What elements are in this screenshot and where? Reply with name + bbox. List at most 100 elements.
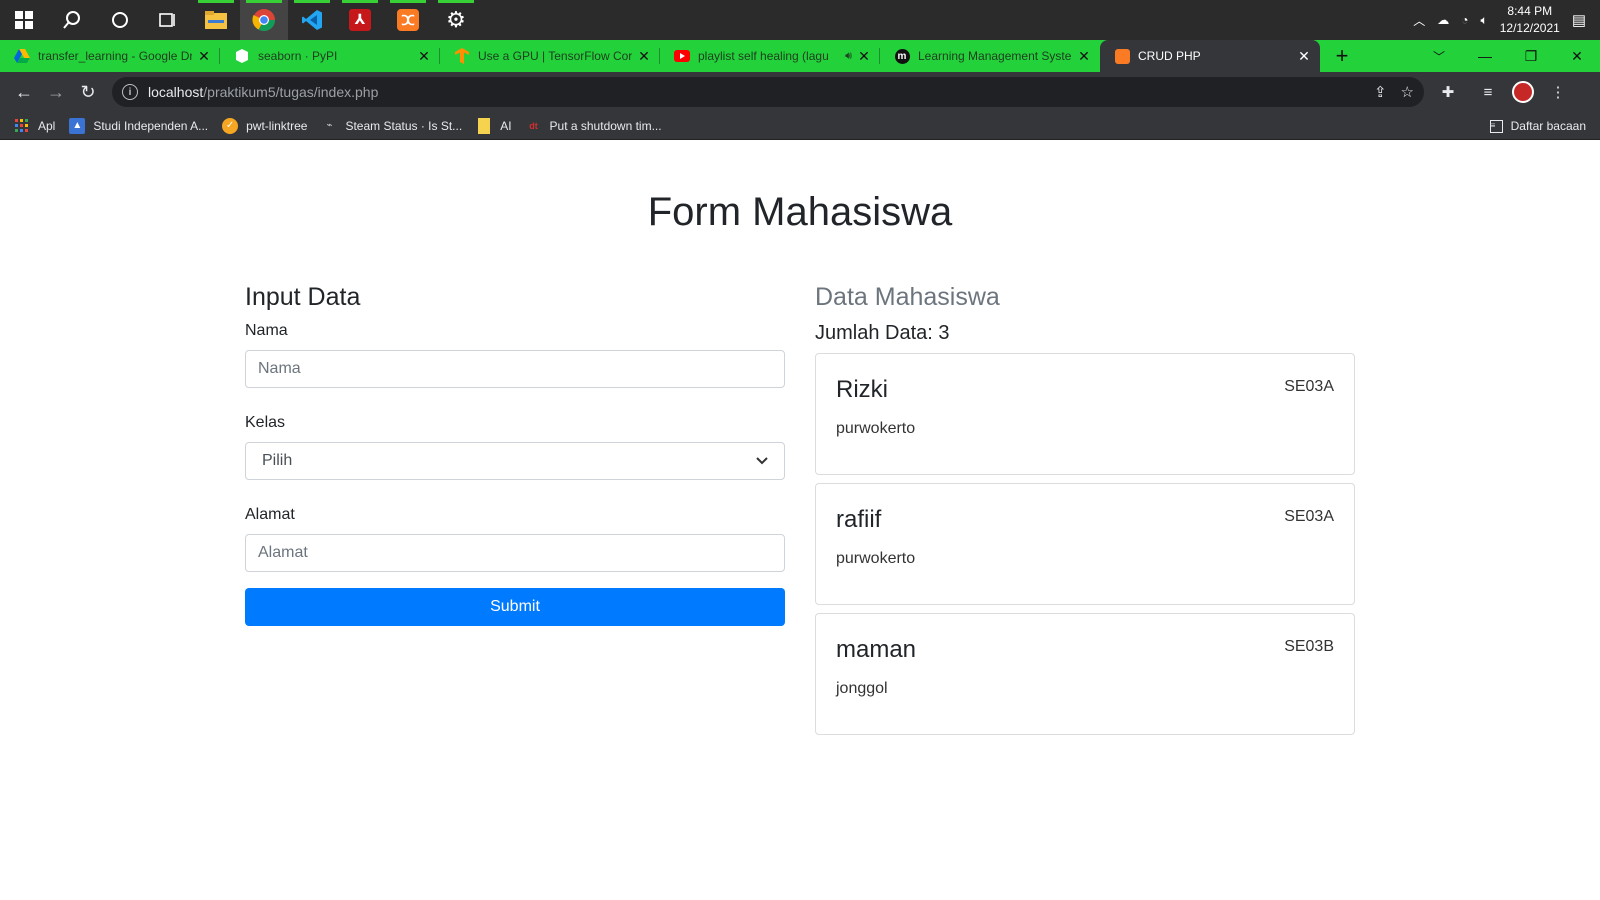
- tab-crud-php[interactable]: CRUD PHP ✕: [1100, 40, 1320, 72]
- close-tab-icon[interactable]: ✕: [636, 48, 652, 64]
- system-tray: ︿ ☁ ◔ 🔈︎ 8:44 PM 12/12/2021 ▤: [1413, 0, 1600, 40]
- tensorflow-icon: [454, 48, 470, 64]
- url-path: /praktikum5/tugas/index.php: [203, 84, 379, 100]
- page-title: Form Mahasiswa: [647, 190, 953, 234]
- bookmark-studi-independen[interactable]: ▲ Studi Independen A...: [69, 117, 208, 134]
- volume-icon[interactable]: 🔈︎: [1481, 13, 1488, 28]
- tab-learning-management-system[interactable]: m Learning Management System ✕: [880, 40, 1100, 72]
- chevron-up-icon[interactable]: ︿: [1413, 12, 1425, 29]
- share-icon[interactable]: ⇪: [1374, 83, 1387, 101]
- close-tab-icon[interactable]: ✕: [196, 48, 212, 64]
- folder-icon: [476, 117, 492, 134]
- search-icon[interactable]: [48, 0, 96, 40]
- student-kelas: SE03B: [1284, 638, 1334, 655]
- windows-start-icon[interactable]: [0, 0, 48, 40]
- windows-taskbar: ⅄ ⵋ ⚙ ︿ ☁ ◔ 🔈︎ 8:44 PM 12/12/2021 ▤: [0, 0, 1600, 40]
- submit-button[interactable]: Submit: [245, 588, 785, 626]
- bookmark-pwt-linktree[interactable]: ✓ pwt-linktree: [222, 117, 308, 134]
- profile-avatar[interactable]: [1512, 81, 1534, 103]
- cortana-icon[interactable]: [96, 0, 144, 40]
- extensions-puzzle-icon[interactable]: ✚: [1432, 76, 1464, 108]
- bookmark-folder-ai[interactable]: AI: [476, 117, 512, 134]
- bookmark-star-icon[interactable]: ☆: [1401, 83, 1414, 101]
- input-form: Input Data Nama Kelas Pilih Alamat Submi…: [245, 282, 785, 626]
- student-name: rafiif: [836, 506, 882, 533]
- student-alamat: purwokerto: [836, 550, 916, 567]
- bookmark-steam-status[interactable]: ⌁ Steam Status · Is St...: [321, 118, 462, 134]
- tab-title: seaborn · PyPI: [258, 49, 338, 63]
- onedrive-cloud-icon[interactable]: ☁: [1437, 13, 1449, 27]
- close-tab-icon[interactable]: ✕: [1296, 48, 1312, 64]
- kelas-selected-value: Pilih: [262, 452, 293, 469]
- tab-transfer-learning[interactable]: transfer_learning - Google Dri ✕: [0, 40, 220, 72]
- tab-seaborn[interactable]: seaborn · PyPI ✕: [220, 40, 440, 72]
- clock-time: 8:44 PM: [1507, 4, 1553, 18]
- student-kelas: SE03A: [1284, 508, 1334, 525]
- site-info-icon[interactable]: i: [122, 84, 138, 100]
- student-name: Rizki: [836, 376, 888, 403]
- student-name: maman: [836, 636, 917, 663]
- url-host: localhost: [148, 84, 204, 100]
- bookmark-apps[interactable]: Apl: [14, 118, 55, 134]
- tab-title: Learning Management System: [918, 49, 1072, 63]
- tab-title: Use a GPU | TensorFlow Core: [478, 49, 632, 63]
- chevron-down-icon: [756, 454, 768, 468]
- student-alamat: jonggol: [836, 680, 888, 697]
- browser-tab-strip: transfer_learning - Google Dri ✕ seaborn…: [0, 40, 1600, 72]
- youtube-icon: [674, 48, 690, 64]
- tab-tensorflow-gpu[interactable]: Use a GPU | TensorFlow Core ✕: [440, 40, 660, 72]
- steam-icon: ⌁: [326, 120, 333, 131]
- settings-icon[interactable]: ⚙: [432, 0, 480, 40]
- close-window-button[interactable]: ✕: [1554, 40, 1600, 72]
- tab-title: playlist self healing (lagu: [698, 49, 829, 63]
- system-clock[interactable]: 8:44 PM 12/12/2021: [1500, 3, 1560, 37]
- kelas-select[interactable]: Pilih: [245, 442, 785, 480]
- notification-center-icon[interactable]: ▤: [1572, 11, 1586, 29]
- google-drive-icon: [14, 48, 30, 64]
- reading-list[interactable]: ≡ Daftar bacaan: [1489, 112, 1586, 140]
- tab-youtube-playlist[interactable]: playlist self healing (lagu 🔊︎ ✕: [660, 40, 880, 72]
- nama-input[interactable]: [245, 350, 785, 388]
- chrome-icon[interactable]: [240, 0, 288, 40]
- minimize-button[interactable]: —: [1462, 40, 1508, 72]
- forward-arrow-icon[interactable]: →: [40, 76, 72, 108]
- form-heading: Input Data: [245, 283, 361, 311]
- bookmark-label: Apl: [38, 118, 56, 133]
- alamat-input[interactable]: [245, 534, 785, 572]
- new-tab-button[interactable]: +: [1326, 40, 1358, 72]
- tab-search-icon[interactable]: ﹀: [1416, 40, 1462, 72]
- file-explorer-icon[interactable]: [192, 0, 240, 40]
- window-controls: ﹀ — ❐ ✕: [1416, 40, 1600, 72]
- page-content: Form Mahasiswa Input Data Nama Kelas Pil…: [0, 140, 1600, 900]
- reload-icon[interactable]: ↻: [72, 76, 104, 108]
- back-arrow-icon[interactable]: ←: [8, 76, 40, 108]
- address-bar[interactable]: i localhost/praktikum5/tugas/index.php ⇪…: [112, 77, 1424, 107]
- close-tab-icon[interactable]: ✕: [1076, 48, 1092, 64]
- student-card: rafiif SE03A purwokerto: [815, 483, 1355, 605]
- close-tab-icon[interactable]: ✕: [416, 48, 432, 64]
- linktree-icon: ✓: [222, 117, 239, 134]
- bookmark-label: pwt-linktree: [246, 118, 308, 133]
- pypi-icon: [234, 48, 250, 64]
- nama-label: Nama: [245, 322, 288, 339]
- xampp-icon[interactable]: ⵋ: [384, 0, 432, 40]
- bookmark-shutdown-timer[interactable]: dt Put a shutdown tim...: [526, 118, 662, 134]
- acrobat-icon[interactable]: ⅄: [336, 0, 384, 40]
- close-tab-icon[interactable]: ✕: [856, 48, 872, 64]
- speaker-icon[interactable]: 🔊︎: [845, 50, 852, 63]
- bookmark-label: Steam Status · Is St...: [345, 118, 463, 133]
- chrome-menu-icon[interactable]: ⋮: [1542, 76, 1574, 108]
- bookmarks-bar: Apl ▲ Studi Independen A... ✓ pwt-linktr…: [0, 112, 1600, 140]
- tab-title: transfer_learning - Google Dri: [38, 49, 192, 63]
- wifi-icon[interactable]: ◔: [1461, 13, 1468, 27]
- restore-button[interactable]: ❐: [1508, 40, 1554, 72]
- xampp-icon: [1114, 48, 1130, 64]
- data-mahasiswa: Data Mahasiswa Jumlah Data: 3 Rizki SE03…: [815, 282, 1355, 743]
- media-control-icon[interactable]: ≡: [1472, 76, 1504, 108]
- apps-grid-icon: [14, 118, 30, 134]
- bookmark-label: Put a shutdown tim...: [549, 118, 662, 133]
- moodle-icon: m: [894, 48, 910, 64]
- vscode-icon[interactable]: [288, 0, 336, 40]
- task-view-icon[interactable]: [144, 0, 192, 40]
- student-card: Rizki SE03A purwokerto: [815, 353, 1355, 475]
